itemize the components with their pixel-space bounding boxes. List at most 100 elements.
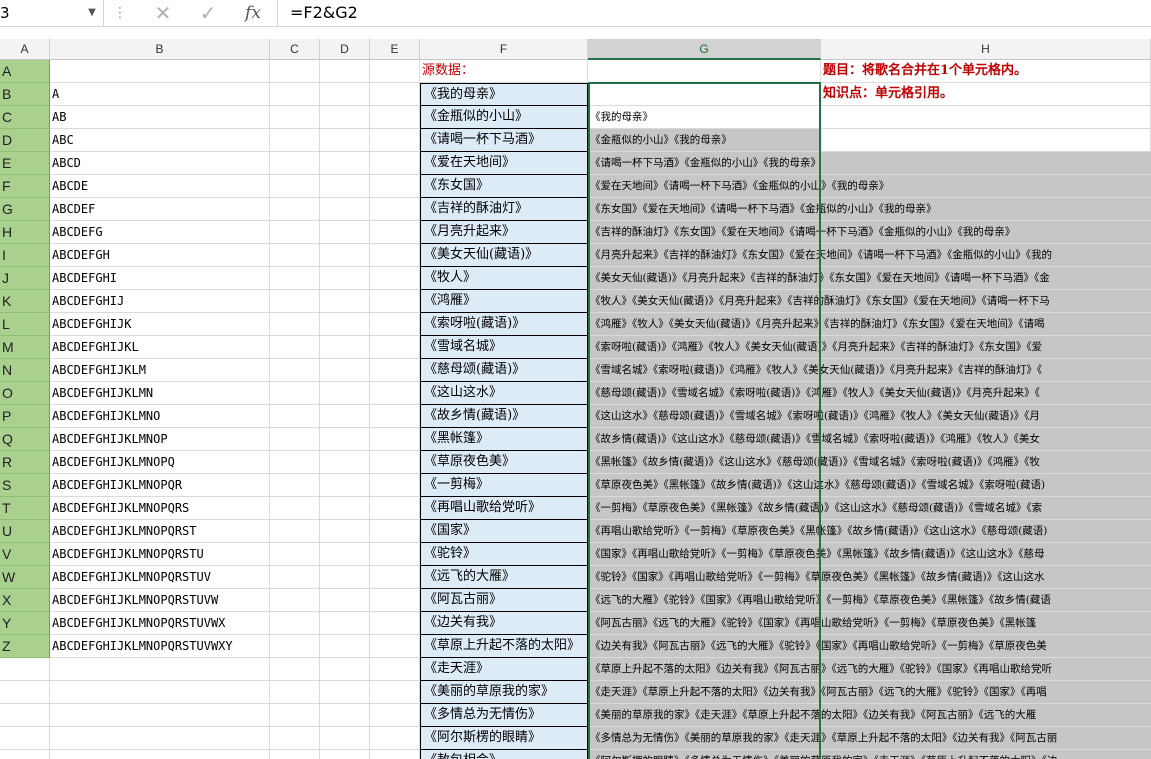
cell-g3[interactable]: 《我的母亲》 bbox=[588, 106, 821, 129]
cell-b16[interactable]: ABCDEFGHIJKLMNO bbox=[50, 405, 270, 428]
cell-a3[interactable]: C bbox=[0, 106, 50, 129]
cell-d5[interactable] bbox=[320, 152, 370, 175]
cell-e15[interactable] bbox=[370, 382, 420, 405]
column-header-c[interactable]: C bbox=[270, 39, 320, 60]
cell-g20[interactable]: 《一剪梅》《草原夜色美》《黑帐篷》《故乡情(藏语)》《这山这水》《慈母颂(藏语)… bbox=[588, 497, 1151, 520]
cell-c5[interactable] bbox=[270, 152, 320, 175]
cell-d14[interactable] bbox=[320, 359, 370, 382]
cell-d1[interactable] bbox=[320, 60, 370, 83]
cell-g18[interactable]: 《黑帐篷》《故乡情(藏语)》《这山这水》《慈母颂(藏语)》《雪域名城》《索呀啦(… bbox=[588, 451, 1151, 474]
cell-d3[interactable] bbox=[320, 106, 370, 129]
cell-d4[interactable] bbox=[320, 129, 370, 152]
insert-function-icon[interactable]: fx bbox=[238, 0, 268, 26]
cell-e10[interactable] bbox=[370, 267, 420, 290]
enter-icon[interactable]: ✓ bbox=[193, 0, 223, 26]
cell-f20[interactable]: 《再唱山歌给党听》 bbox=[420, 497, 588, 520]
cell-c3[interactable] bbox=[270, 106, 320, 129]
cell-c13[interactable] bbox=[270, 336, 320, 359]
column-header-h[interactable]: H bbox=[821, 39, 1151, 60]
cell-f24[interactable]: 《阿瓦古丽》 bbox=[420, 589, 588, 612]
cancel-icon[interactable]: ✕ bbox=[148, 0, 178, 26]
cell-d22[interactable] bbox=[320, 543, 370, 566]
cell-g11[interactable]: 《牧人》《美女天仙(藏语)》《月亮升起来》《吉祥的酥油灯》《东女国》《爱在天地间… bbox=[588, 290, 1151, 313]
cell-b1[interactable] bbox=[50, 60, 270, 83]
cell-d17[interactable] bbox=[320, 428, 370, 451]
cell-d18[interactable] bbox=[320, 451, 370, 474]
cell-a27[interactable] bbox=[0, 658, 50, 681]
cell-d25[interactable] bbox=[320, 612, 370, 635]
cell-f22[interactable]: 《驼铃》 bbox=[420, 543, 588, 566]
cell-a1[interactable]: A bbox=[0, 60, 50, 83]
cell-d19[interactable] bbox=[320, 474, 370, 497]
cell-f3[interactable]: 《金瓶似的小山》 bbox=[420, 106, 588, 129]
cell-g17[interactable]: 《故乡情(藏语)》《这山这水》《慈母颂(藏语)》《雪域名城》《索呀啦(藏语)》《… bbox=[588, 428, 1151, 451]
cell-c17[interactable] bbox=[270, 428, 320, 451]
cell-f17[interactable]: 《黑帐篷》 bbox=[420, 428, 588, 451]
cell-g5[interactable]: 《请喝一杯下马酒》《金瓶似的小山》《我的母亲》 bbox=[588, 152, 1151, 175]
cell-e1[interactable] bbox=[370, 60, 420, 83]
cell-b30[interactable] bbox=[50, 727, 270, 750]
cell-a28[interactable] bbox=[0, 681, 50, 704]
column-header-f[interactable]: F bbox=[420, 39, 588, 60]
cell-b24[interactable]: ABCDEFGHIJKLMNOPQRSTUVW bbox=[50, 589, 270, 612]
cell-f12[interactable]: 《索呀啦(藏语)》 bbox=[420, 313, 588, 336]
cell-b14[interactable]: ABCDEFGHIJKLM bbox=[50, 359, 270, 382]
cell-c30[interactable] bbox=[270, 727, 320, 750]
cell-d11[interactable] bbox=[320, 290, 370, 313]
cell-f31[interactable]: 《敖包相会》 bbox=[420, 750, 588, 759]
cell-c19[interactable] bbox=[270, 474, 320, 497]
cell-f5[interactable]: 《爱在天地间》 bbox=[420, 152, 588, 175]
cell-f18[interactable]: 《草原夜色美》 bbox=[420, 451, 588, 474]
cell-b9[interactable]: ABCDEFGH bbox=[50, 244, 270, 267]
cell-b11[interactable]: ABCDEFGHIJ bbox=[50, 290, 270, 313]
cell-d20[interactable] bbox=[320, 497, 370, 520]
cell-a10[interactable]: J bbox=[0, 267, 50, 290]
cell-e8[interactable] bbox=[370, 221, 420, 244]
cell-g12[interactable]: 《鸿雁》《牧人》《美女天仙(藏语)》《月亮升起来》《吉祥的酥油灯》《东女国》《爱… bbox=[588, 313, 1151, 336]
cell-c6[interactable] bbox=[270, 175, 320, 198]
cell-f25[interactable]: 《边关有我》 bbox=[420, 612, 588, 635]
cell-g23[interactable]: 《驼铃》《国家》《再唱山歌给党听》《一剪梅》《草原夜色美》《黑帐篷》《故乡情(藏… bbox=[588, 566, 1151, 589]
cell-d13[interactable] bbox=[320, 336, 370, 359]
cell-c7[interactable] bbox=[270, 198, 320, 221]
cell-e2[interactable] bbox=[370, 83, 420, 106]
cell-f9[interactable]: 《美女天仙(藏语)》 bbox=[420, 244, 588, 267]
cell-e7[interactable] bbox=[370, 198, 420, 221]
cell-c14[interactable] bbox=[270, 359, 320, 382]
cell-d30[interactable] bbox=[320, 727, 370, 750]
cell-f30[interactable]: 《阿尔斯楞的眼睛》 bbox=[420, 727, 588, 750]
cell-e6[interactable] bbox=[370, 175, 420, 198]
cell-c24[interactable] bbox=[270, 589, 320, 612]
cell-a15[interactable]: O bbox=[0, 382, 50, 405]
cell-e29[interactable] bbox=[370, 704, 420, 727]
cell-c27[interactable] bbox=[270, 658, 320, 681]
cell-c28[interactable] bbox=[270, 681, 320, 704]
cell-e27[interactable] bbox=[370, 658, 420, 681]
cell-c10[interactable] bbox=[270, 267, 320, 290]
cell-b10[interactable]: ABCDEFGHI bbox=[50, 267, 270, 290]
cell-b12[interactable]: ABCDEFGHIJK bbox=[50, 313, 270, 336]
cell-e21[interactable] bbox=[370, 520, 420, 543]
cell-c31[interactable] bbox=[270, 750, 320, 759]
cell-e28[interactable] bbox=[370, 681, 420, 704]
cell-f16[interactable]: 《故乡情(藏语)》 bbox=[420, 405, 588, 428]
cell-a17[interactable]: Q bbox=[0, 428, 50, 451]
cell-g21[interactable]: 《再唱山歌给党听》《一剪梅》《草原夜色美》《黑帐篷》《故乡情(藏语)》《这山这水… bbox=[588, 520, 1151, 543]
cell-d23[interactable] bbox=[320, 566, 370, 589]
cell-f29[interactable]: 《多情总为无情伤》 bbox=[420, 704, 588, 727]
cell-d29[interactable] bbox=[320, 704, 370, 727]
cell-f27[interactable]: 《走天涯》 bbox=[420, 658, 588, 681]
cell-e16[interactable] bbox=[370, 405, 420, 428]
cell-c21[interactable] bbox=[270, 520, 320, 543]
cell-a31[interactable] bbox=[0, 750, 50, 759]
cell-g7[interactable]: 《东女国》《爱在天地间》《请喝一杯下马酒》《金瓶似的小山》《我的母亲》 bbox=[588, 198, 1151, 221]
cell-c18[interactable] bbox=[270, 451, 320, 474]
cell-b18[interactable]: ABCDEFGHIJKLMNOPQ bbox=[50, 451, 270, 474]
cell-f4[interactable]: 《请喝一杯下马酒》 bbox=[420, 129, 588, 152]
cell-a8[interactable]: H bbox=[0, 221, 50, 244]
cell-c16[interactable] bbox=[270, 405, 320, 428]
cell-e11[interactable] bbox=[370, 290, 420, 313]
cell-g6[interactable]: 《爱在天地间》《请喝一杯下马酒》《金瓶似的小山》《我的母亲》 bbox=[588, 175, 1151, 198]
formula-input[interactable]: =F2&G2 bbox=[290, 0, 358, 26]
cell-a21[interactable]: U bbox=[0, 520, 50, 543]
